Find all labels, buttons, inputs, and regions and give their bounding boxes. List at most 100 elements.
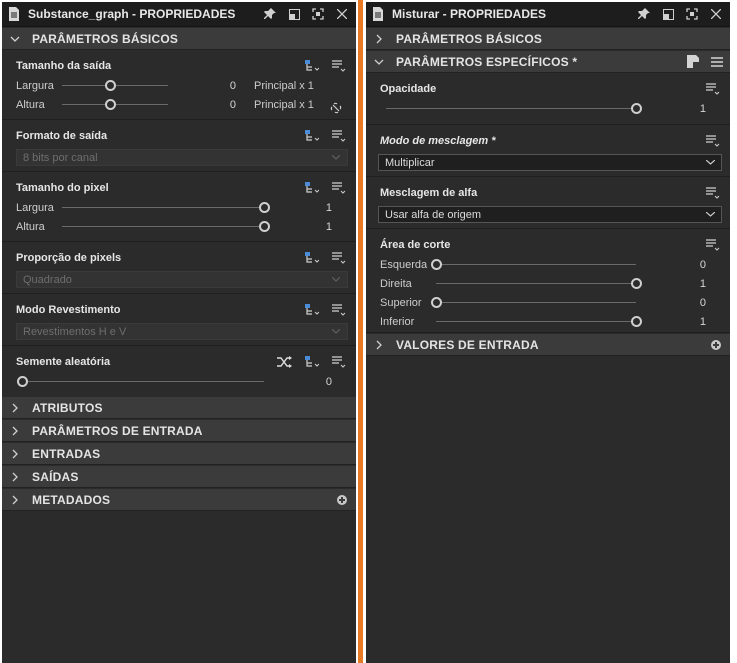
maximize-icon[interactable] [684,6,700,22]
section-1[interactable]: PARÂMETROS DE ENTRADA [2,420,356,442]
crop-row-value[interactable]: 0 [650,259,706,271]
add-icon[interactable] [337,494,347,505]
slider-thumb[interactable] [631,278,642,289]
options-menu-icon[interactable] [330,58,348,74]
section-basic-parameters[interactable]: PARÂMETROS BÁSICOS [2,28,356,50]
link-parameter-icon[interactable] [303,58,321,74]
chevron-down-icon [372,55,386,69]
chevron-right-icon [8,493,22,507]
pin-icon[interactable] [636,6,652,22]
crop-row-value[interactable]: 1 [650,278,706,290]
output-format-title: Formato de saída [16,130,108,142]
slider-thumb[interactable] [259,202,270,213]
opacity-value[interactable]: 1 [650,103,706,115]
pixel-ratio-dropdown[interactable]: Quadrado [16,271,348,288]
panel-splitter[interactable] [358,0,363,663]
document-icon [8,7,20,21]
section-label: ATRIBUTOS [32,400,103,415]
options-menu-icon[interactable] [330,250,348,266]
random-seed-value[interactable]: 0 [276,376,332,388]
section-specific-parameters[interactable]: PARÂMETROS ESPECÍFICOS * [366,51,730,73]
chevron-right-icon [8,447,22,461]
panel-title: Misturar - PROPRIEDADES [392,7,547,21]
restore-window-icon[interactable] [286,6,302,22]
close-icon[interactable] [708,6,724,22]
section-0[interactable]: ATRIBUTOS [2,397,356,419]
pixel-width-value[interactable]: 1 [276,202,332,214]
blend-mode-dropdown[interactable]: Multiplicar [378,154,722,171]
link-parameter-icon[interactable] [303,354,321,370]
crop-slider[interactable] [431,297,636,308]
link-parameter-icon[interactable] [303,250,321,266]
pixel-height-row: Altura 1 [16,217,348,236]
link-parameter-icon[interactable] [303,180,321,196]
unlink-icon[interactable] [330,102,342,117]
chevron-right-icon [372,32,386,46]
add-icon[interactable] [711,339,721,350]
slider-thumb[interactable] [259,221,270,232]
random-seed-slider[interactable] [17,376,264,387]
crop-row-value[interactable]: 1 [650,316,706,328]
maximize-icon[interactable] [310,6,326,22]
output-format-dropdown[interactable]: 8 bits por canal [16,149,348,166]
random-seed-title: Semente aleatória [16,356,111,368]
options-menu-icon[interactable] [704,133,722,149]
link-parameter-icon[interactable] [303,302,321,318]
panel-title: Substance_graph - PROPRIEDADES [28,7,236,21]
output-format-value: 8 bits por canal [23,151,98,164]
output-width-value[interactable]: 0 [176,80,236,92]
section-4[interactable]: METADADOS [2,489,356,511]
output-width-label: Largura [16,79,54,92]
options-menu-icon[interactable] [330,302,348,318]
output-height-value[interactable]: 0 [176,99,236,111]
chevron-down-icon [8,32,22,46]
shuffle-icon[interactable] [276,354,294,370]
link-parameter-icon[interactable] [303,128,321,144]
output-width-slider[interactable] [62,80,168,91]
output-height-label: Altura [16,98,45,111]
random-seed-group: Semente aleatória 0 [2,346,356,396]
pixel-height-value[interactable]: 1 [276,221,332,233]
output-height-slider[interactable] [62,99,168,110]
section-basic-parameters[interactable]: PARÂMETROS BÁSICOS [366,28,730,50]
restore-window-icon[interactable] [660,6,676,22]
pixel-width-slider[interactable] [62,202,270,213]
crop-slider[interactable] [431,259,636,270]
crop-slider[interactable] [436,316,642,327]
crop-slider[interactable] [436,278,642,289]
options-menu-icon[interactable] [704,237,722,253]
output-width-row: Largura 0 Principal x 1 [16,76,348,95]
pin-icon[interactable] [262,6,278,22]
options-menu-icon[interactable] [330,128,348,144]
slider-thumb[interactable] [631,316,642,327]
section-label: METADADOS [32,492,111,507]
preset-icon[interactable] [686,55,700,69]
slider-thumb[interactable] [104,80,116,91]
section-2[interactable]: ENTRADAS [2,443,356,465]
blend-properties-panel: Misturar - PROPRIEDADES PARÂMETROS BÁSIC… [366,2,730,663]
slider-thumb[interactable] [17,376,28,387]
slider-thumb[interactable] [631,103,642,114]
slider-thumb[interactable] [431,259,442,270]
menu-icon[interactable] [710,56,724,68]
section-input-values[interactable]: VALORES DE ENTRADA [366,334,730,356]
crop-row-value[interactable]: 0 [650,297,706,309]
options-menu-icon[interactable] [704,81,722,97]
document-icon [372,7,384,21]
pixel-height-slider[interactable] [62,221,270,232]
options-menu-icon[interactable] [330,180,348,196]
alpha-blend-value: Usar alfa de origem [385,208,481,221]
options-menu-icon[interactable] [330,354,348,370]
slider-thumb[interactable] [104,99,116,110]
slider-thumb[interactable] [431,297,442,308]
crop-row-label: Esquerda [380,258,428,271]
section-label: SAÍDAS [32,469,79,484]
opacity-slider[interactable] [386,103,642,114]
section-3[interactable]: SAÍDAS [2,466,356,488]
close-icon[interactable] [334,6,350,22]
crop-row: Superior 0 [380,293,722,312]
alpha-blend-dropdown[interactable]: Usar alfa de origem [378,206,722,223]
options-menu-icon[interactable] [704,185,722,201]
section-label: PARÂMETROS BÁSICOS [32,31,179,46]
tiling-mode-dropdown[interactable]: Revestimentos H e V [16,323,348,340]
